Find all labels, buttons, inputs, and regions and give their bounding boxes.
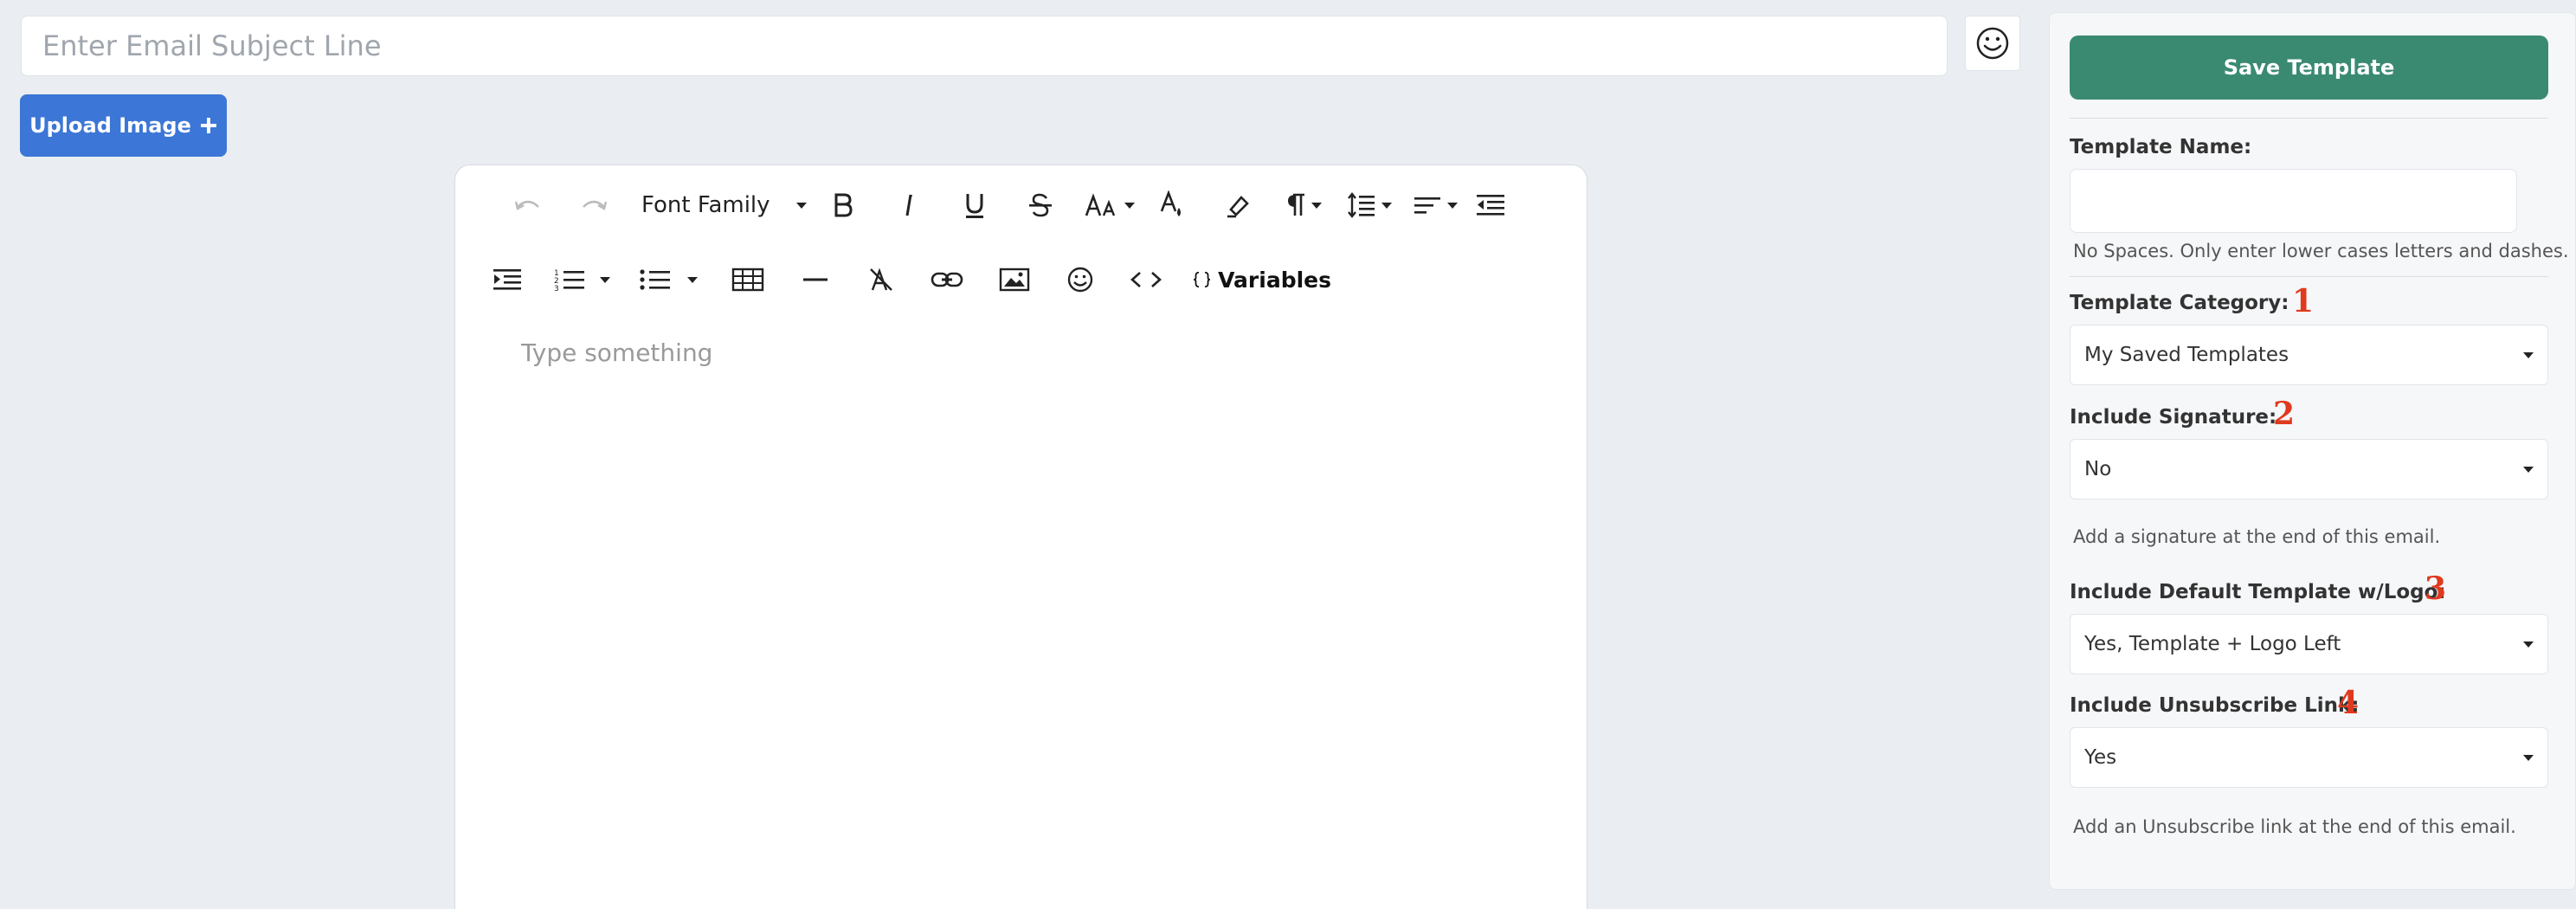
strikethrough-icon — [1029, 193, 1052, 217]
include-signature-help: Add a signature at the end of this email… — [2073, 526, 2441, 547]
marker-3: 3 — [2425, 571, 2447, 607]
align-left-icon — [1414, 197, 1440, 214]
chevron-down-icon — [2523, 466, 2534, 473]
upload-image-button[interactable]: Upload Image — [20, 94, 227, 157]
include-default-template-label: Include Default Template w/Logo: — [2070, 581, 2446, 603]
indent-icon — [493, 269, 521, 290]
divider — [2070, 118, 2548, 119]
table-icon — [731, 268, 764, 292]
indent-button[interactable] — [488, 254, 526, 306]
highlighter-icon — [1227, 196, 1249, 218]
italic-icon — [905, 194, 912, 216]
undo-button[interactable] — [509, 179, 547, 231]
smiley-icon — [1976, 27, 2009, 60]
chevron-down-icon — [2523, 351, 2534, 358]
redo-icon — [583, 200, 608, 210]
upload-image-label: Upload Image — [29, 113, 191, 138]
marker-1: 1 — [2292, 283, 2315, 319]
include-signature-value: No — [2084, 458, 2112, 480]
highlight-button[interactable] — [1220, 179, 1255, 231]
include-default-template-select[interactable]: Yes, Template + Logo Left — [2070, 614, 2548, 674]
bold-icon — [834, 193, 853, 217]
subject-row — [21, 16, 1948, 76]
underline-icon — [966, 194, 983, 218]
variables-label: Variables — [1218, 267, 1331, 293]
subject-input[interactable] — [21, 16, 1948, 76]
marker-2: 2 — [2273, 396, 2296, 432]
insert-emoji-button[interactable] — [1061, 254, 1099, 306]
template-name-label: Template Name: — [2070, 136, 2252, 158]
clear-formatting-button[interactable] — [862, 254, 900, 306]
marker-4: 4 — [2337, 685, 2360, 721]
ordered-list-dropdown[interactable]: 123 — [547, 254, 616, 306]
chevron-down-icon — [687, 276, 698, 283]
editor-content-area[interactable]: Type something — [521, 338, 712, 367]
chevron-down-icon — [1124, 202, 1135, 209]
line-height-icon — [1348, 192, 1375, 218]
chevron-down-icon — [795, 202, 807, 209]
paragraph-format-dropdown[interactable] — [1279, 179, 1328, 231]
insert-link-button[interactable] — [928, 254, 966, 306]
include-unsubscribe-label: Include Unsubscribe Link: — [2070, 694, 2360, 717]
insert-image-button[interactable] — [995, 254, 1034, 306]
font-family-dropdown[interactable]: Font Family — [641, 179, 815, 231]
redo-button[interactable] — [575, 179, 613, 231]
font-family-label: Font Family — [641, 192, 770, 218]
emoji-button[interactable] — [1965, 16, 2020, 71]
variables-button[interactable]: Variables — [1193, 254, 1331, 306]
template-category-select[interactable]: My Saved Templates — [2070, 325, 2548, 385]
save-template-button[interactable]: Save Template — [2070, 35, 2548, 100]
font-size-icon — [1085, 193, 1116, 216]
line-height-dropdown[interactable] — [1343, 179, 1395, 231]
rich-text-editor: Font Family 1 2 3 Variables Type somethi… — [454, 164, 1587, 909]
clear-formatting-icon — [870, 268, 892, 291]
include-unsubscribe-select[interactable]: Yes — [2070, 727, 2548, 788]
editor-placeholder: Type something — [521, 338, 713, 367]
bold-button[interactable] — [826, 179, 860, 231]
code-view-button[interactable] — [1127, 254, 1165, 306]
divider — [2070, 276, 2548, 277]
horizontal-rule-button[interactable] — [796, 254, 834, 306]
smiley-icon — [1067, 267, 1093, 293]
insert-table-button[interactable] — [729, 254, 767, 306]
include-unsubscribe-value: Yes — [2084, 746, 2117, 769]
paragraph-icon — [1288, 193, 1304, 216]
chevron-down-icon — [1447, 202, 1458, 209]
undo-icon — [514, 200, 539, 210]
chevron-down-icon — [2523, 641, 2534, 648]
strikethrough-button[interactable] — [1023, 179, 1058, 231]
plus-icon — [200, 118, 216, 133]
svg-text:3: 3 — [554, 285, 559, 293]
image-icon — [999, 268, 1030, 292]
template-name-input[interactable] — [2070, 169, 2517, 233]
horizontal-line-icon — [803, 278, 828, 281]
template-name-help: No Spaces. Only enter lower cases letter… — [2073, 241, 2569, 261]
unordered-list-dropdown[interactable] — [634, 254, 703, 306]
italic-button[interactable] — [892, 179, 926, 231]
chevron-down-icon — [1381, 202, 1392, 209]
outdent-button[interactable] — [1472, 179, 1510, 231]
template-category-value: My Saved Templates — [2084, 344, 2289, 366]
font-color-icon — [1160, 190, 1181, 216]
link-icon — [931, 272, 963, 287]
outdent-icon — [1477, 195, 1504, 216]
chevron-down-icon — [2523, 754, 2534, 761]
include-signature-select[interactable]: No — [2070, 439, 2548, 500]
braces-icon — [1194, 271, 1210, 288]
align-dropdown[interactable] — [1409, 179, 1461, 231]
font-size-dropdown[interactable] — [1082, 179, 1137, 231]
underline-button[interactable] — [957, 179, 992, 231]
font-color-button[interactable] — [1155, 179, 1189, 231]
ordered-list-icon: 123 — [554, 269, 584, 293]
unordered-list-icon — [640, 269, 670, 290]
chevron-down-icon — [1311, 202, 1322, 209]
template-category-label: Template Category: — [2070, 292, 2289, 314]
include-unsubscribe-help: Add an Unsubscribe link at the end of th… — [2073, 816, 2516, 837]
include-default-template-value: Yes, Template + Logo Left — [2084, 633, 2341, 655]
chevron-down-icon — [600, 276, 610, 283]
code-icon — [1130, 272, 1162, 287]
include-signature-label: Include Signature: — [2070, 406, 2277, 429]
template-settings-panel: Save Template Template Name: No Spaces. … — [2049, 12, 2576, 890]
